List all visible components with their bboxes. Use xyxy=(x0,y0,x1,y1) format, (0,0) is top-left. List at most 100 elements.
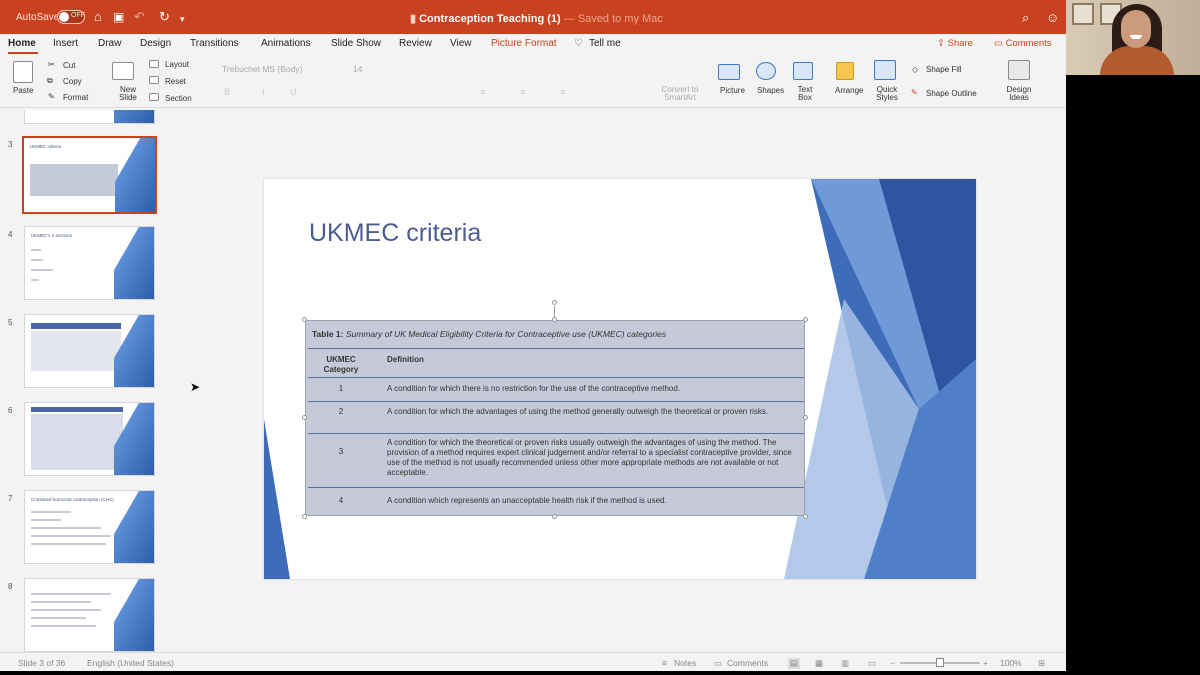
mouse-cursor-icon: ➤ xyxy=(190,380,201,394)
zoom-level[interactable]: 100% xyxy=(1000,658,1022,668)
resize-handle[interactable] xyxy=(552,514,557,519)
resize-handle[interactable] xyxy=(803,317,808,322)
align-right-icon[interactable]: ≡ xyxy=(560,87,565,97)
new-slide-icon[interactable] xyxy=(112,62,134,80)
quick-styles-button[interactable]: Quick Styles xyxy=(876,86,898,102)
status-comments-button[interactable]: Comments xyxy=(727,658,768,668)
fit-to-window-icon[interactable]: ⊞ xyxy=(1038,658,1045,669)
account-icon[interactable]: ☺ xyxy=(1046,10,1059,25)
thumbnail-line xyxy=(31,609,101,611)
normal-view-icon[interactable]: ▤ xyxy=(788,658,801,669)
font-name-box[interactable]: Trebuchet MS (Body) xyxy=(222,64,347,78)
language-indicator[interactable]: English (United States) xyxy=(87,658,174,668)
new-slide-button[interactable]: New Slide xyxy=(118,86,138,102)
redo-icon[interactable]: ↻ xyxy=(159,10,170,24)
resize-handle[interactable] xyxy=(302,317,307,322)
slide-thumbnail[interactable]: UKMEC's 4 sections xyxy=(24,226,155,300)
slide-thumbnail[interactable] xyxy=(24,402,155,476)
slide-thumbnail[interactable] xyxy=(24,578,155,652)
zoom-in-icon[interactable]: + xyxy=(983,658,988,668)
picture-button[interactable]: Picture xyxy=(720,86,745,95)
tab-transitions[interactable]: Transitions xyxy=(190,38,239,49)
share-icon: ⇪ xyxy=(937,38,948,49)
notes-button[interactable]: Notes xyxy=(674,658,696,668)
slide-thumbnail[interactable] xyxy=(24,110,155,124)
font-size-box[interactable]: 14 xyxy=(353,64,387,78)
slide-number: 5 xyxy=(8,318,13,327)
shape-outline-button[interactable]: Shape Outline xyxy=(926,89,977,98)
reset-button[interactable]: Reset xyxy=(165,77,186,86)
slide-number: 8 xyxy=(8,582,13,591)
tab-view[interactable]: View xyxy=(450,38,472,49)
tab-tell-me[interactable]: Tell me xyxy=(589,38,621,49)
paste-label[interactable]: Paste xyxy=(13,86,33,95)
thumbnail-line xyxy=(31,249,41,251)
title-bar: AutoSave OFF ⌂ ▣ ↶ ↻ ▾ ▮ Contraception T… xyxy=(0,0,1066,34)
tab-design[interactable]: Design xyxy=(140,38,171,49)
share-button[interactable]: ⇪ Share xyxy=(937,38,973,49)
thumbnail-accent xyxy=(114,110,154,123)
thumbnail-line xyxy=(31,279,39,281)
align-center-icon[interactable]: ≡ xyxy=(520,87,525,97)
autosave-toggle[interactable]: OFF xyxy=(57,10,85,24)
slide-thumbnail[interactable]: Combined hormonal contraception (CHC) xyxy=(24,490,155,564)
ukmec-table-image[interactable]: Table 1: Summary of UK Medical Eligibili… xyxy=(305,320,805,516)
arrange-button[interactable]: Arrange xyxy=(835,86,863,95)
slide-sorter-icon[interactable]: ▦ xyxy=(815,658,823,669)
zoom-slider-knob[interactable] xyxy=(936,658,944,667)
save-icon[interactable]: ▣ xyxy=(113,10,124,24)
design-ideas-button[interactable]: Design Ideas xyxy=(1006,86,1032,102)
resize-handle[interactable] xyxy=(552,317,557,322)
paste-icon[interactable] xyxy=(13,61,33,83)
zoom-out-icon[interactable]: − xyxy=(890,658,895,668)
home-icon[interactable]: ⌂ xyxy=(94,10,102,24)
slideshow-view-icon[interactable]: ▭ xyxy=(868,658,876,669)
slide-title[interactable]: UKMEC criteria xyxy=(309,219,481,248)
slide-number: 6 xyxy=(8,406,13,415)
layout-button[interactable]: Layout xyxy=(165,60,189,69)
comment-icon: ▭ xyxy=(994,38,1006,49)
underline-icon[interactable]: U xyxy=(290,87,297,97)
tab-home[interactable]: Home xyxy=(8,38,36,49)
slide-thumbnails-panel[interactable]: 3 UKMEC criteria 4 UKMEC's 4 sections 5 … xyxy=(0,110,170,652)
slide-canvas[interactable]: UKMEC criteria Table 1: Summary of UK Me… xyxy=(264,179,976,579)
bold-icon[interactable]: B xyxy=(224,87,230,97)
resize-handle[interactable] xyxy=(803,514,808,519)
tab-review[interactable]: Review xyxy=(399,38,432,49)
picture-icon[interactable] xyxy=(718,64,740,80)
arrange-icon[interactable] xyxy=(836,62,854,80)
text-box-button[interactable]: Text Box xyxy=(795,86,815,102)
comments-button[interactable]: ▭ Comments xyxy=(994,38,1052,49)
resize-handle[interactable] xyxy=(302,514,307,519)
definition-cell: A condition for which the theoretical or… xyxy=(387,438,792,477)
resize-handle[interactable] xyxy=(803,415,808,420)
customize-toolbar-icon[interactable]: ▾ xyxy=(180,12,185,26)
section-button[interactable]: Section xyxy=(165,94,192,103)
tab-insert[interactable]: Insert xyxy=(53,38,78,49)
resize-handle[interactable] xyxy=(302,415,307,420)
tab-picture-format[interactable]: Picture Format xyxy=(491,38,557,49)
copy-button[interactable]: Copy xyxy=(63,77,82,86)
quick-styles-icon[interactable] xyxy=(874,60,896,80)
tab-draw[interactable]: Draw xyxy=(98,38,121,49)
italic-icon[interactable]: I xyxy=(262,87,265,97)
autosave-state: OFF xyxy=(71,12,85,19)
align-left-icon[interactable]: ≡ xyxy=(480,87,485,97)
slide-thumbnail-selected[interactable]: UKMEC criteria xyxy=(22,136,157,214)
undo-icon[interactable]: ↶ xyxy=(134,10,145,24)
design-ideas-icon[interactable] xyxy=(1008,60,1030,80)
shapes-button[interactable]: Shapes xyxy=(757,86,784,95)
format-painter-button[interactable]: Format xyxy=(63,93,88,102)
cut-button[interactable]: Cut xyxy=(63,61,75,70)
tab-slide-show[interactable]: Slide Show xyxy=(331,38,381,49)
rotate-handle[interactable] xyxy=(552,300,557,305)
thumbnail-line xyxy=(31,625,96,627)
text-box-icon[interactable] xyxy=(793,62,813,80)
search-icon[interactable]: ⌕ xyxy=(1022,10,1029,26)
shapes-icon[interactable] xyxy=(756,62,776,80)
convert-smartart-button[interactable]: Convert to SmartArt xyxy=(660,86,700,102)
slide-thumbnail[interactable] xyxy=(24,314,155,388)
tab-animations[interactable]: Animations xyxy=(261,38,310,49)
reading-view-icon[interactable]: ▥ xyxy=(841,658,849,669)
shape-fill-button[interactable]: Shape Fill xyxy=(926,65,962,74)
